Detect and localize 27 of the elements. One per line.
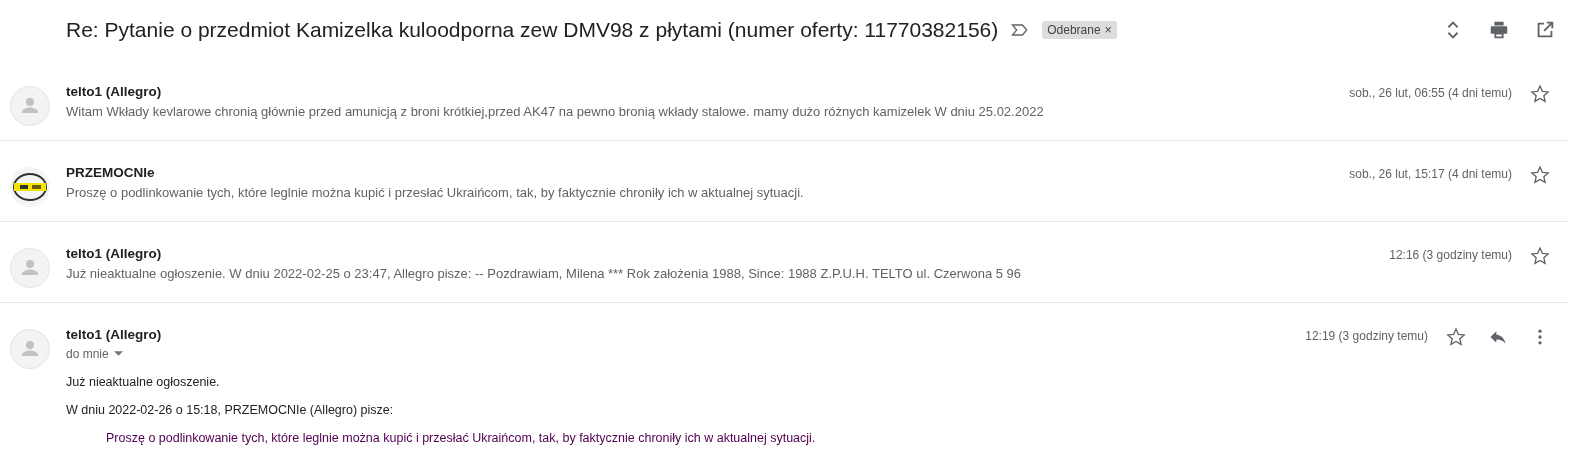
star-icon[interactable] xyxy=(1446,327,1466,347)
message-date: sob., 26 lut, 15:17 (4 dni temu) xyxy=(1349,166,1512,181)
star-icon[interactable] xyxy=(1530,165,1550,185)
avatar-icon xyxy=(10,329,50,369)
star-icon[interactable] xyxy=(1530,246,1550,266)
message-date: sob., 26 lut, 06:55 (4 dni temu) xyxy=(1349,85,1512,100)
sender-name: telto1 (Allegro) xyxy=(66,246,163,261)
email-subject: Re: Pytanie o przedmiot Kamizelka kuloodporna zew DMV98 z płytami (numer oferty: 11770382156) xyxy=(66,18,999,42)
message-date: 12:19 (3 godziny temu) xyxy=(1305,328,1428,343)
sender-name: telto1 (Allegro) xyxy=(66,84,163,99)
message-snippet: Witam Wkłady kevlarowe chronią głównie przed amunicją z broni krótkiej,przed AK47 na pewno bronią wkłady stalowe. mamy dużo różnych kamizelek W dniu 25.02.2022 xyxy=(66,104,1045,119)
avatar-icon xyxy=(10,86,50,126)
message-snippet: Proszę o podlinkowanie tych, które leglnie można kupić i przesłać Ukraińcom, tak, by faktycznie chroniły ich w aktualnej sytuacji. xyxy=(66,185,805,200)
remove-label-button[interactable]: × xyxy=(1104,23,1112,37)
recipient-dropdown[interactable]: do mnie xyxy=(66,347,1306,361)
message-paragraph: Już nieaktualne ogłoszenie. xyxy=(66,375,221,389)
star-icon[interactable] xyxy=(1530,84,1550,104)
avatar-icon xyxy=(10,248,50,288)
caret-icon xyxy=(113,351,123,357)
label-text: Odebrane xyxy=(1047,23,1101,37)
message-paragraph: W dniu 2022-02-26 o 15:18, PRZEMOCNIe (Allegro) pisze: xyxy=(66,403,395,417)
sender-name: telto1 (Allegro) xyxy=(66,327,163,342)
print-icon[interactable] xyxy=(1488,19,1510,41)
quoted-text: Proszę o podlinkowanie tych, które leglnie można kupić i przesłać Ukraińcom, tak, by faktycznie chroniły ich w aktualnej sytuacji. xyxy=(105,431,817,445)
sender-name: PRZEMOCNIe xyxy=(66,165,156,180)
message-date: 12:16 (3 godziny temu) xyxy=(1389,247,1512,262)
message-snippet: Już nieaktualne ogłoszenie. W dniu 2022-02-25 o 23:47, Allegro pisze: -- Pozdrawiam, Milena *** Rok założenia 1988, Since: 1988 Z.P.U.H. TELTO ul. Czerwona 5 96 xyxy=(66,266,1023,281)
